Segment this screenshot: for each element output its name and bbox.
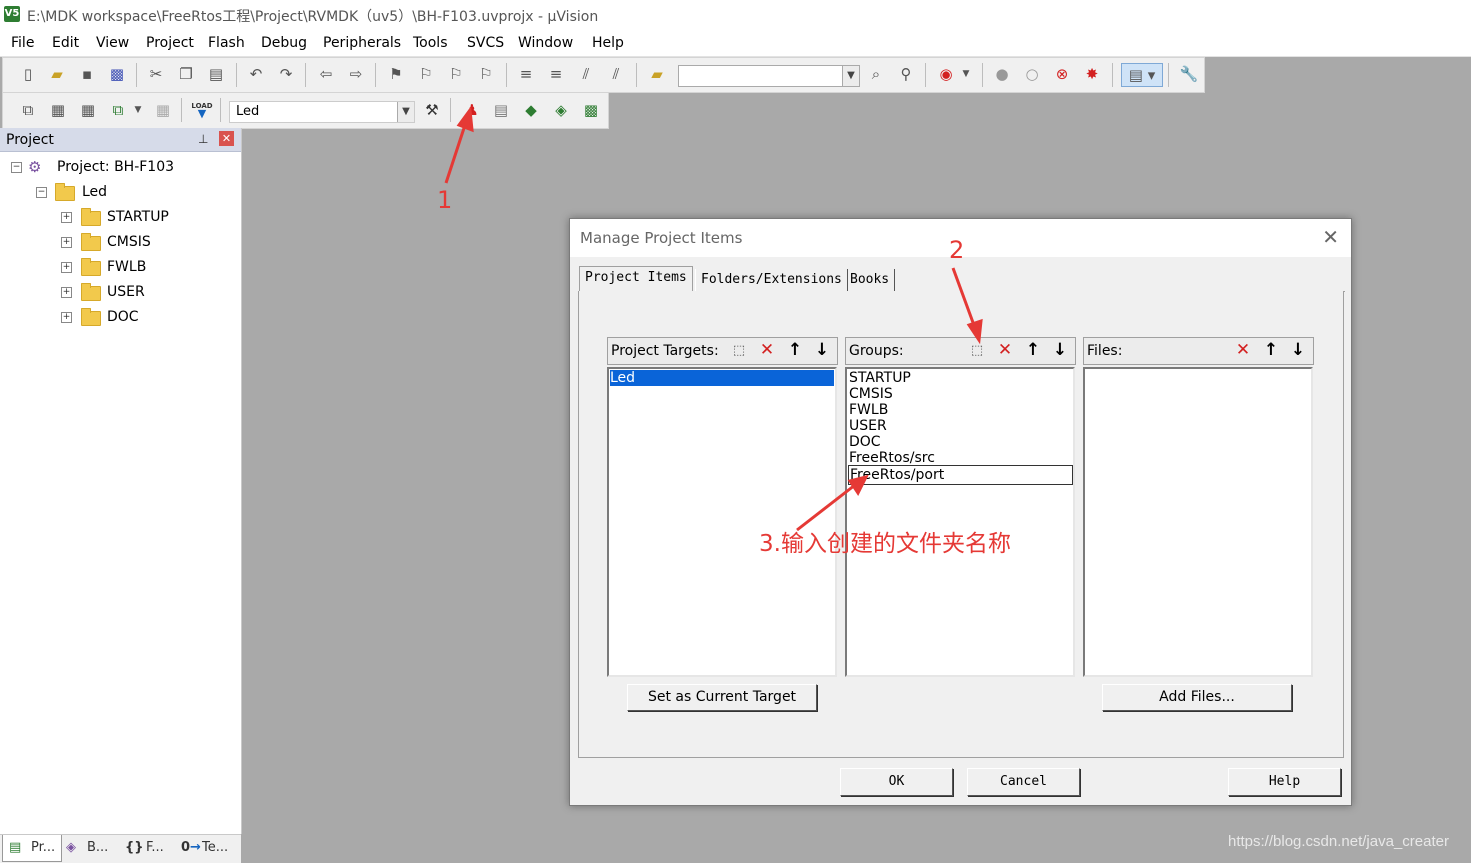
- annotation-arrow-2: [951, 267, 977, 329]
- annotation-arrow-1: [444, 121, 468, 184]
- annotation-step-2: 2: [949, 236, 965, 264]
- annotation-arrows: [444, 105, 983, 532]
- annotation-step-1: 1: [437, 186, 453, 214]
- annotation-arrow-3-head: [847, 474, 869, 496]
- annotation-arrow-2-head: [966, 318, 983, 345]
- annotation-arrow-1-head: [456, 105, 474, 133]
- watermark: https://blog.csdn.net/java_creater: [1228, 833, 1449, 850]
- annotation-step-3: 3.输入创建的文件夹名称: [759, 531, 1011, 557]
